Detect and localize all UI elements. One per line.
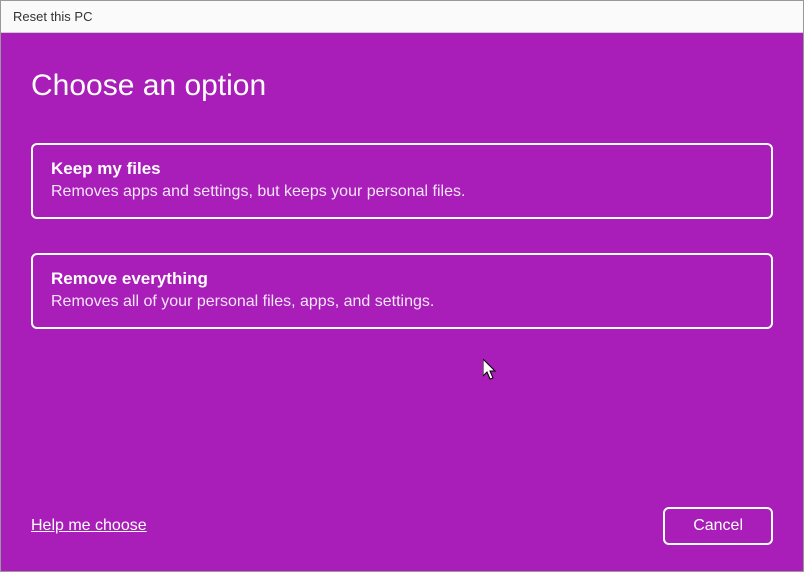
help-me-choose-link[interactable]: Help me choose <box>31 517 147 535</box>
option-description: Removes all of your personal files, apps… <box>51 293 753 311</box>
option-description: Removes apps and settings, but keeps you… <box>51 183 753 201</box>
option-remove-everything[interactable]: Remove everything Removes all of your pe… <box>31 253 773 329</box>
content-area: Choose an option Keep my files Removes a… <box>1 33 803 571</box>
window-title: Reset this PC <box>13 9 92 24</box>
cancel-button[interactable]: Cancel <box>663 507 773 545</box>
page-heading: Choose an option <box>31 69 773 103</box>
footer: Help me choose Cancel <box>31 507 773 545</box>
option-keep-my-files[interactable]: Keep my files Removes apps and settings,… <box>31 143 773 219</box>
window-title-bar: Reset this PC <box>1 1 803 33</box>
option-title: Keep my files <box>51 159 753 179</box>
option-title: Remove everything <box>51 269 753 289</box>
